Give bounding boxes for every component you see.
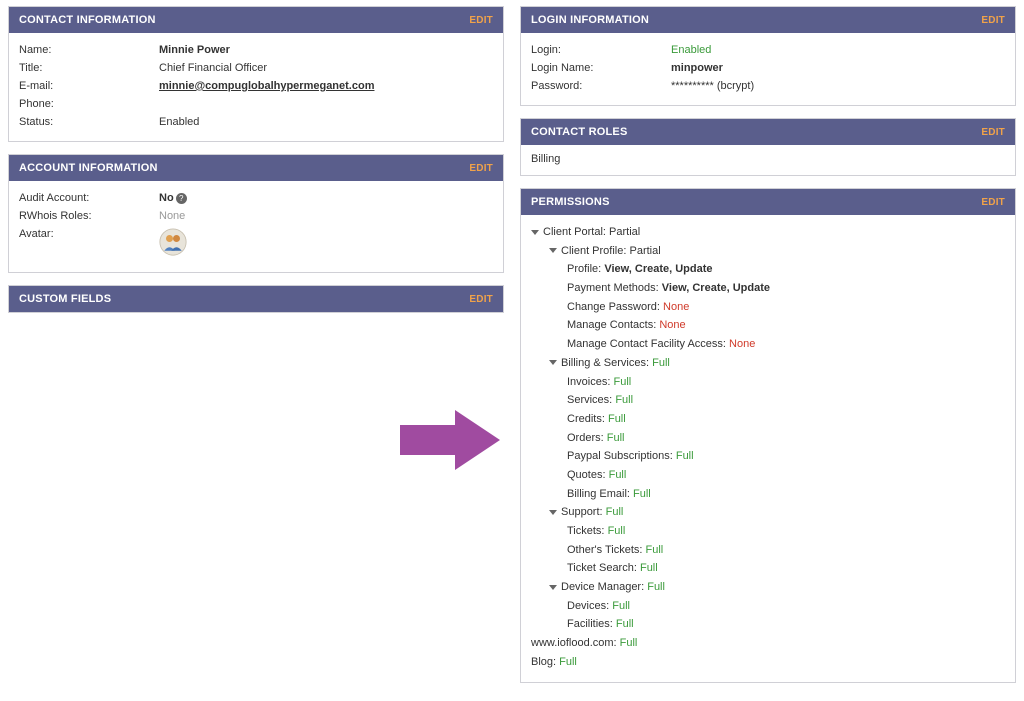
perm-orders[interactable]: Orders: Full [567,429,1005,448]
perm-client-portal[interactable]: Client Portal: Partial Client Profile: P… [531,223,1005,634]
perm-paypal[interactable]: Paypal Subscriptions: Full [567,447,1005,466]
permissions-panel: PERMISSIONS EDIT Client Portal: Partial … [520,188,1016,683]
contact-roles-title: CONTACT ROLES [531,126,628,138]
perm-facilities[interactable]: Facilities: Full [567,615,1005,634]
audit-value: No [159,192,174,204]
email-label: E-mail: [19,80,159,92]
account-info-title: ACCOUNT INFORMATION [19,162,158,174]
custom-fields-header: CUSTOM FIELDS EDIT [9,286,503,312]
annotation-arrow-icon [400,410,500,470]
perm-ioflood[interactable]: www.ioflood.com: Full [531,634,1005,653]
caret-icon [549,510,557,515]
rwhois-value: None [159,210,493,222]
rwhois-label: RWhois Roles: [19,210,159,222]
perm-blog[interactable]: Blog: Full [531,653,1005,672]
perm-change-password[interactable]: Change Password: None [567,298,1005,317]
perm-ticket-search[interactable]: Ticket Search: Full [567,559,1005,578]
loginname-value: minpower [671,62,1005,74]
caret-icon [549,248,557,253]
left-column: CONTACT INFORMATION EDIT Name: Minnie Po… [8,6,504,695]
custom-fields-title: CUSTOM FIELDS [19,293,111,305]
email-value[interactable]: minnie@compuglobalhypermeganet.com [159,80,493,92]
contact-roles-header: CONTACT ROLES EDIT [521,119,1015,145]
perm-manage-facility[interactable]: Manage Contact Facility Access: None [567,335,1005,354]
custom-edit-button[interactable]: EDIT [469,294,493,305]
perm-quotes[interactable]: Quotes: Full [567,466,1005,485]
status-label: Status: [19,116,159,128]
help-icon[interactable]: ? [176,193,187,204]
title-value: Chief Financial Officer [159,62,493,74]
perm-manage-contacts[interactable]: Manage Contacts: None [567,316,1005,335]
permissions-edit-button[interactable]: EDIT [981,197,1005,208]
contact-info-header: CONTACT INFORMATION EDIT [9,7,503,33]
contact-info-title: CONTACT INFORMATION [19,14,156,26]
account-info-panel: ACCOUNT INFORMATION EDIT Audit Account: … [8,154,504,273]
title-label: Title: [19,62,159,74]
perm-invoices[interactable]: Invoices: Full [567,373,1005,392]
password-value: ********** (bcrypt) [671,80,1005,92]
phone-label: Phone: [19,98,159,110]
caret-icon [549,585,557,590]
perm-tickets[interactable]: Tickets: Full [567,522,1005,541]
loginname-label: Login Name: [531,62,671,74]
right-column: LOGIN INFORMATION EDIT Login: Enabled Lo… [520,6,1016,695]
perm-client-profile[interactable]: Client Profile: Partial Profile: View, C… [549,242,1005,354]
caret-icon [531,230,539,235]
perm-device-manager[interactable]: Device Manager: Full Devices: Full Facil… [549,578,1005,634]
perm-support[interactable]: Support: Full Tickets: Full Other's Tick… [549,503,1005,578]
phone-value [159,98,493,110]
avatar-icon [159,228,187,256]
audit-label: Audit Account: [19,192,159,204]
contact-info-panel: CONTACT INFORMATION EDIT Name: Minnie Po… [8,6,504,142]
name-value: Minnie Power [159,44,493,56]
login-value: Enabled [671,44,1005,56]
permissions-header: PERMISSIONS EDIT [521,189,1015,215]
permissions-tree: Client Portal: Partial Client Profile: P… [521,215,1015,682]
account-info-header: ACCOUNT INFORMATION EDIT [9,155,503,181]
contact-edit-button[interactable]: EDIT [469,15,493,26]
name-label: Name: [19,44,159,56]
caret-icon [549,360,557,365]
perm-others-tickets[interactable]: Other's Tickets: Full [567,541,1005,560]
login-info-title: LOGIN INFORMATION [531,14,649,26]
perm-billing-services[interactable]: Billing & Services: Full Invoices: Full … [549,354,1005,504]
perm-payment-methods[interactable]: Payment Methods: View, Create, Update [567,279,1005,298]
custom-fields-panel: CUSTOM FIELDS EDIT [8,285,504,313]
login-edit-button[interactable]: EDIT [981,15,1005,26]
password-label: Password: [531,80,671,92]
roles-value: Billing [531,153,560,165]
avatar-label: Avatar: [19,228,159,259]
perm-billing-email[interactable]: Billing Email: Full [567,485,1005,504]
login-label: Login: [531,44,671,56]
contact-roles-panel: CONTACT ROLES EDIT Billing [520,118,1016,176]
permissions-title: PERMISSIONS [531,196,610,208]
perm-services[interactable]: Services: Full [567,391,1005,410]
login-info-panel: LOGIN INFORMATION EDIT Login: Enabled Lo… [520,6,1016,106]
account-edit-button[interactable]: EDIT [469,163,493,174]
login-info-header: LOGIN INFORMATION EDIT [521,7,1015,33]
perm-profile[interactable]: Profile: View, Create, Update [567,260,1005,279]
status-value: Enabled [159,116,493,128]
perm-credits[interactable]: Credits: Full [567,410,1005,429]
perm-devices[interactable]: Devices: Full [567,597,1005,616]
roles-edit-button[interactable]: EDIT [981,127,1005,138]
